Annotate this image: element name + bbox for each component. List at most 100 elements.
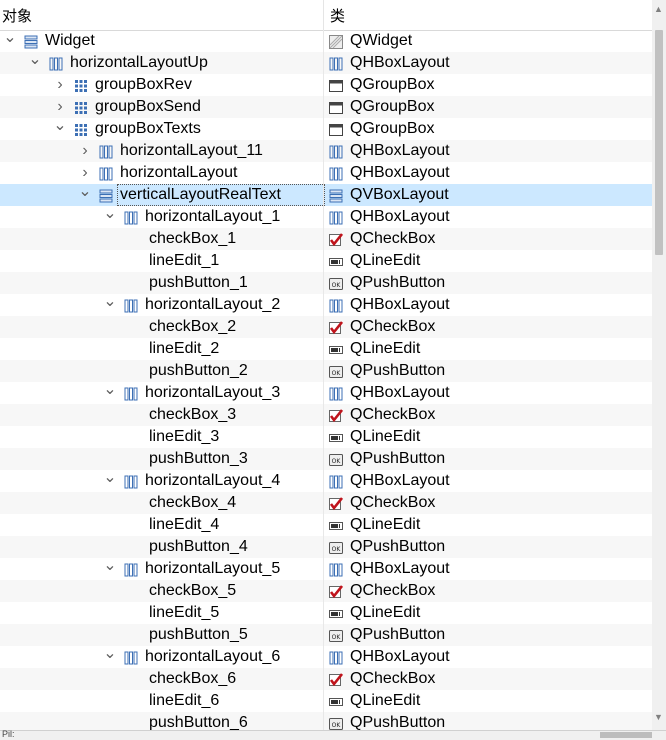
object-name: lineEdit_6 — [149, 692, 220, 709]
tree-row[interactable]: lineEdit_1 QLineEdit — [0, 250, 652, 272]
hbox-layout-icon — [124, 298, 138, 313]
class-name: QPushButton — [350, 450, 446, 467]
svg-text:OK: OK — [332, 370, 342, 377]
object-name: pushButton_2 — [149, 362, 248, 379]
tree-row[interactable]: pushButton_2 OK QPushButton — [0, 360, 652, 382]
object-name: groupBoxTexts — [95, 120, 201, 137]
checkbox-icon — [329, 320, 344, 335]
chevron-down-icon[interactable]: ⌄ — [27, 52, 43, 74]
column-divider — [323, 272, 324, 294]
tree-row[interactable]: checkBox_6 QCheckBox — [0, 668, 652, 690]
column-divider — [323, 404, 324, 426]
class-column-header[interactable]: 类 — [330, 5, 345, 26]
tree-row[interactable]: pushButton_1 OK QPushButton — [0, 272, 652, 294]
tree-row[interactable]: lineEdit_2 QLineEdit — [0, 338, 652, 360]
column-divider — [323, 646, 324, 668]
object-name: Widget — [45, 32, 95, 49]
horizontal-scrollbar-thumb[interactable] — [600, 732, 652, 738]
tree-row[interactable]: ⌄ horizontalLayout_4 QHBoxLayout — [0, 470, 652, 492]
chevron-down-icon[interactable]: ⌄ — [102, 470, 118, 492]
tree-row[interactable]: › horizontalLayout QHBoxLayout — [0, 162, 652, 184]
lineedit-icon — [329, 518, 343, 532]
tree-row[interactable]: pushButton_3 OK QPushButton — [0, 448, 652, 470]
chevron-down-icon[interactable]: ⌄ — [77, 184, 93, 206]
hbox-layout-icon — [124, 650, 138, 665]
chevron-down-icon[interactable]: ⌄ — [52, 118, 68, 140]
object-name: horizontalLayout_1 — [145, 208, 281, 225]
class-name: QCheckBox — [350, 494, 436, 511]
lineedit-icon — [329, 254, 343, 268]
tree-row[interactable]: ⌄ horizontalLayout_2 QHBoxLayout — [0, 294, 652, 316]
tree-row[interactable]: checkBox_5 QCheckBox — [0, 580, 652, 602]
chevron-down-icon[interactable]: ⌄ — [2, 30, 18, 52]
tree-row[interactable]: ⌄ horizontalLayout_3 QHBoxLayout — [0, 382, 652, 404]
object-name: lineEdit_1 — [149, 252, 220, 269]
object-name: pushButton_1 — [149, 274, 248, 291]
class-name: QPushButton — [350, 274, 446, 291]
chevron-down-icon[interactable]: ⌄ — [102, 206, 118, 228]
tree-row[interactable]: pushButton_5 OK QPushButton — [0, 624, 652, 646]
tree-row[interactable]: lineEdit_5 QLineEdit — [0, 602, 652, 624]
object-name: horizontalLayout_6 — [145, 648, 281, 665]
chevron-down-icon[interactable]: ⌄ — [102, 646, 118, 668]
tree-row[interactable]: lineEdit_4 QLineEdit — [0, 514, 652, 536]
column-divider — [323, 470, 324, 492]
chevron-down-icon[interactable]: ⌄ — [102, 294, 118, 316]
class-name: QHBoxLayout — [350, 384, 450, 401]
chevron-down-icon[interactable]: ⌄ — [102, 382, 118, 404]
scrollbar-thumb[interactable] — [655, 30, 663, 255]
class-name: QWidget — [350, 32, 413, 49]
tree-row[interactable]: ⌄ horizontalLayoutUp QHBoxLayout — [0, 52, 652, 74]
chevron-right-icon[interactable]: › — [77, 162, 93, 184]
class-name: QGroupBox — [350, 98, 435, 115]
class-name: QHBoxLayout — [350, 54, 450, 71]
tree-row[interactable]: ⌄ horizontalLayout_5 QHBoxLayout — [0, 558, 652, 580]
tree-row[interactable]: lineEdit_6 QLineEdit — [0, 690, 652, 712]
object-name: checkBox_6 — [149, 670, 237, 687]
chevron-right-icon[interactable]: › — [52, 96, 68, 118]
column-divider — [323, 184, 324, 206]
tree-row[interactable]: checkBox_2 QCheckBox — [0, 316, 652, 338]
tree-row[interactable]: checkBox_1 QCheckBox — [0, 228, 652, 250]
column-divider — [323, 74, 324, 96]
object-name: lineEdit_3 — [149, 428, 220, 445]
hbox-layout-icon — [329, 56, 343, 71]
column-divider — [323, 316, 324, 338]
tree-row[interactable]: ⌄ verticalLayoutRealText QVBoxLayout — [0, 184, 652, 206]
tree-row[interactable]: lineEdit_3 QLineEdit — [0, 426, 652, 448]
tree-row[interactable]: ⌄ groupBoxTexts QGroupBox — [0, 118, 652, 140]
object-name: checkBox_1 — [149, 230, 237, 247]
tree-row[interactable]: ⌄ horizontalLayout_6 QHBoxLayout — [0, 646, 652, 668]
chevron-down-icon[interactable]: ⌄ — [102, 558, 118, 580]
object-name: pushButton_5 — [149, 626, 248, 643]
tree-row[interactable]: › groupBoxRev QGroupBox — [0, 74, 652, 96]
column-separator[interactable] — [323, 0, 324, 30]
object-name: lineEdit_4 — [149, 516, 220, 533]
chevron-right-icon[interactable]: › — [77, 140, 93, 162]
checkbox-icon — [329, 672, 344, 687]
class-name: QLineEdit — [350, 516, 421, 533]
object-column-header[interactable]: 对象 — [2, 5, 32, 26]
class-name: QCheckBox — [350, 582, 436, 599]
tree-row[interactable]: checkBox_4 QCheckBox — [0, 492, 652, 514]
scroll-up-icon[interactable]: ▲ — [654, 4, 663, 14]
class-name: QLineEdit — [350, 692, 421, 709]
class-name: QCheckBox — [350, 670, 436, 687]
tree-row[interactable]: ⌄ Widget QWidget — [0, 30, 652, 52]
column-divider — [323, 558, 324, 580]
tree-row[interactable]: › groupBoxSend QGroupBox — [0, 96, 652, 118]
scroll-down-icon[interactable]: ▼ — [654, 712, 663, 722]
tree-row[interactable]: ⌄ horizontalLayout_1 QHBoxLayout — [0, 206, 652, 228]
tree-row[interactable]: › horizontalLayout_11 QHBoxLayout — [0, 140, 652, 162]
tree-row[interactable]: checkBox_3 QCheckBox — [0, 404, 652, 426]
hbox-layout-icon — [124, 386, 138, 401]
column-divider — [323, 338, 324, 360]
object-name: groupBoxSend — [95, 98, 201, 115]
hbox-layout-icon — [99, 144, 113, 159]
hbox-layout-icon — [329, 166, 343, 181]
lineedit-icon — [329, 342, 343, 356]
tree-row[interactable]: pushButton_4 OK QPushButton — [0, 536, 652, 558]
checkbox-icon — [329, 584, 344, 599]
class-name: QLineEdit — [350, 340, 421, 357]
chevron-right-icon[interactable]: › — [52, 74, 68, 96]
